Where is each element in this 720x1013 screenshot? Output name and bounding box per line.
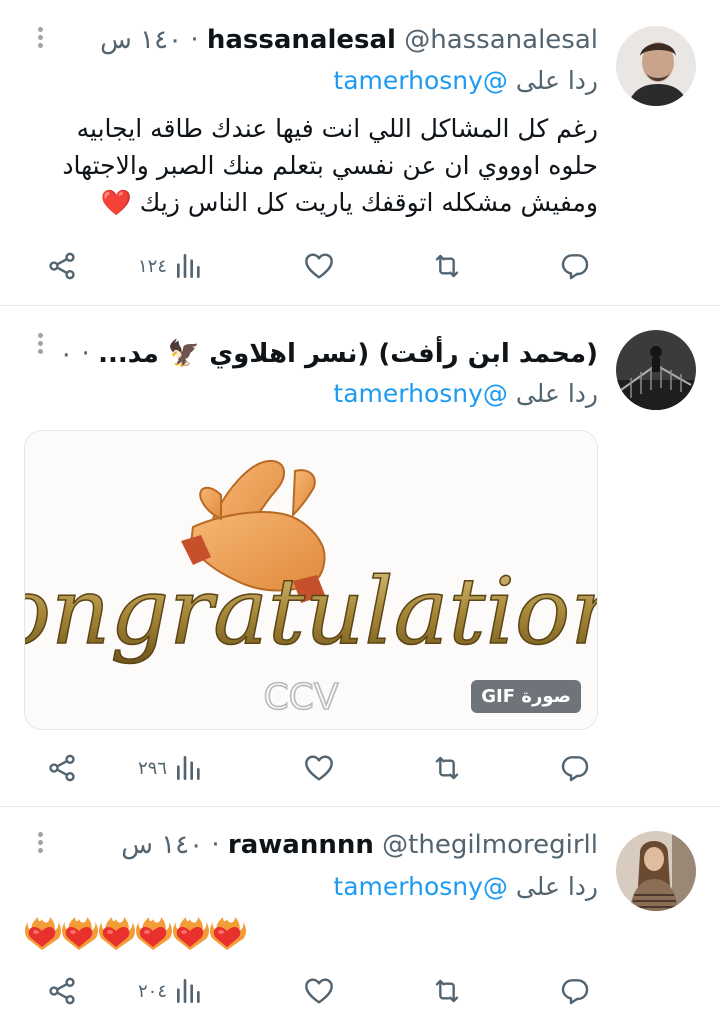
heart-on-fire-emojis (25, 917, 246, 950)
share-button[interactable] (46, 244, 78, 288)
share-icon (46, 752, 78, 784)
display-name[interactable]: hassanalesal (207, 25, 396, 55)
replying-to: ردا على @tamerhosny (333, 869, 598, 905)
tweet-header: rawannnn @thegilmoregirll · ١٤٠ س (62, 825, 598, 865)
share-button[interactable] (46, 969, 78, 1013)
more-icon[interactable] (30, 24, 50, 54)
views-count: ١٢٤ (138, 255, 168, 277)
separator-dot: · (190, 25, 199, 55)
heart-icon (303, 975, 335, 1007)
tweet[interactable]: rawannnn @thegilmoregirll · ١٤٠ س ردا عل… (0, 807, 720, 1013)
mention-link[interactable]: @tamerhosny (333, 379, 508, 408)
retweet-icon (431, 752, 463, 784)
action-bar: ٢٩٦ (0, 746, 720, 790)
reply-button[interactable] (559, 244, 591, 288)
reply-icon (559, 975, 591, 1007)
separator-dot: · (81, 339, 90, 369)
gif-caption: Congratulations (25, 558, 597, 665)
tweet[interactable]: (محمد ابن رأفت) (نسر اهلاوي 🦅 مد... · ١٦… (0, 306, 720, 807)
gif-watermark: CCV (264, 677, 339, 718)
heart-icon (303, 752, 335, 784)
replying-prefix: ردا على (515, 379, 598, 408)
tweet[interactable]: hassanalesal @hassanalesal · ١٤٠ س ردا ع… (0, 0, 720, 306)
timestamp[interactable]: ١٦٠ س (62, 339, 73, 369)
mention-link[interactable]: @tamerhosny (333, 872, 508, 901)
tweet-text-line: رغم كل المشاكل اللي انت فيها عندك طاقه ا… (76, 114, 598, 143)
views-icon (173, 975, 205, 1007)
replying-to: ردا على @tamerhosny (333, 63, 598, 99)
tweet-header: hassanalesal @hassanalesal · ١٤٠ س (62, 20, 598, 60)
reply-button[interactable] (559, 746, 591, 790)
mention-link[interactable]: @tamerhosny (333, 66, 508, 95)
more-icon[interactable] (30, 330, 50, 360)
avatar-photo (616, 831, 696, 911)
gif-badge: صورة GIF (471, 680, 581, 713)
tweet-header: (محمد ابن رأفت) (نسر اهلاوي 🦅 مد... · ١٦… (62, 334, 598, 374)
share-button[interactable] (46, 746, 78, 790)
like-button[interactable] (303, 746, 335, 790)
retweet-icon (431, 975, 463, 1007)
like-button[interactable] (303, 244, 335, 288)
retweet-icon (431, 250, 463, 282)
retweet-button[interactable] (431, 244, 463, 288)
tweet-text: رغم كل المشاكل اللي انت فيها عندك طاقه ا… (18, 110, 598, 221)
timestamp[interactable]: ١٤٠ س (100, 25, 182, 55)
reply-icon (559, 250, 591, 282)
action-bar: ٢٠٤ (0, 969, 720, 1013)
heart-icon (303, 250, 335, 282)
action-bar: ١٢٤ (0, 244, 720, 288)
replying-prefix: ردا على (515, 66, 598, 95)
replying-to: ردا على @tamerhosny (333, 376, 598, 412)
separator-dot: · (211, 830, 220, 860)
more-icon[interactable] (30, 829, 50, 859)
avatar[interactable] (616, 330, 696, 410)
views-icon (173, 250, 205, 282)
share-icon (46, 975, 78, 1007)
avatar[interactable] (616, 26, 696, 106)
avatar-photo (616, 26, 696, 106)
views-button[interactable]: ٢٠٤ (138, 969, 205, 1013)
gif-media[interactable]: Congratulations CCV صورة GIF (24, 430, 598, 730)
display-name[interactable]: (محمد ابن رأفت) (نسر اهلاوي 🦅 مد... (98, 339, 598, 369)
display-name[interactable]: rawannnn (228, 830, 374, 860)
views-count: ٢٠٤ (138, 980, 168, 1002)
reply-icon (559, 752, 591, 784)
views-button[interactable]: ١٢٤ (138, 244, 205, 288)
tweet-text (24, 913, 250, 953)
views-icon (173, 752, 205, 784)
retweet-button[interactable] (431, 746, 463, 790)
avatar-photo (616, 330, 696, 410)
user-handle[interactable]: @thegilmoregirll (382, 830, 598, 860)
share-icon (46, 250, 78, 282)
replying-prefix: ردا على (515, 872, 598, 901)
tweet-text-line: حلوه اوووي ان عن نفسي بتعلم منك الصبر وا… (62, 151, 598, 180)
views-count: ٢٩٦ (138, 757, 168, 779)
views-button[interactable]: ٢٩٦ (138, 746, 205, 790)
like-button[interactable] (303, 969, 335, 1013)
user-handle[interactable]: @hassanalesal (404, 25, 598, 55)
reply-button[interactable] (559, 969, 591, 1013)
tweet-text-line: ومفيش مشكله اتوقفك ياريت كل الناس زيك ❤️ (100, 188, 598, 217)
retweet-button[interactable] (431, 969, 463, 1013)
timestamp[interactable]: ١٤٠ س (121, 830, 203, 860)
avatar[interactable] (616, 831, 696, 911)
